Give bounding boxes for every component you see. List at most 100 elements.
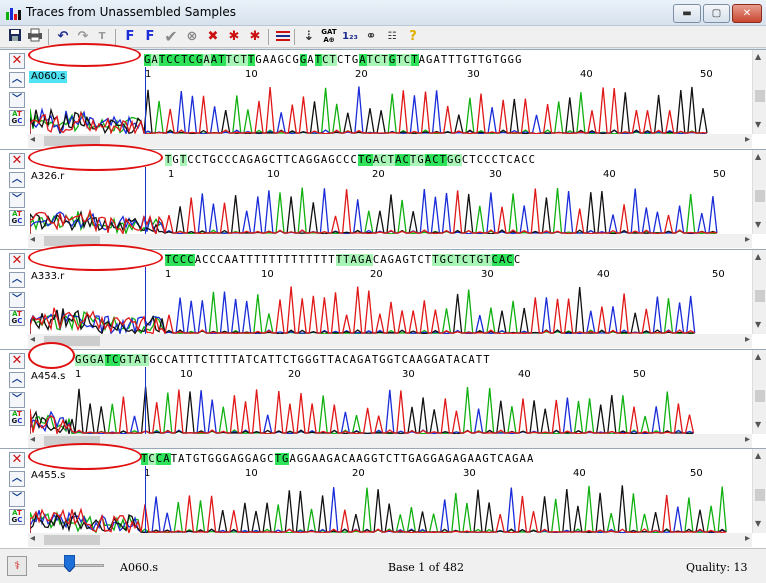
base-call[interactable]: T bbox=[484, 254, 492, 266]
scroll-right-icon[interactable]: ▸ bbox=[745, 434, 750, 445]
base-call[interactable]: C bbox=[148, 453, 156, 465]
base-call[interactable]: A bbox=[468, 453, 475, 465]
base-call[interactable]: T bbox=[200, 453, 207, 465]
base-call[interactable]: G bbox=[379, 354, 386, 366]
base-call[interactable]: G bbox=[119, 354, 127, 366]
trace-panel[interactable]: ✕ ︿ ﹀ AT GC GGGATCGTATGCCATTTCTTTTATCATTCTGGG… bbox=[0, 342, 766, 449]
gat-icon[interactable]: GAT A⊕ bbox=[320, 28, 338, 46]
base-call[interactable]: T bbox=[446, 354, 453, 366]
base-sequence[interactable]: GGGATCGTATGCCATTTCTTTTATCATTCTGGGTTACAGA… bbox=[75, 353, 752, 368]
base-call[interactable]: T bbox=[209, 354, 216, 366]
base-call[interactable]: T bbox=[171, 453, 178, 465]
base-call[interactable]: C bbox=[351, 154, 358, 166]
base-call[interactable]: C bbox=[417, 254, 424, 266]
base-call[interactable]: A bbox=[289, 453, 296, 465]
base-call[interactable]: G bbox=[364, 453, 371, 465]
base-call[interactable]: T bbox=[247, 254, 254, 266]
base-call[interactable]: A bbox=[134, 354, 142, 366]
base-call[interactable]: A bbox=[356, 453, 363, 465]
maximize-button[interactable]: ▢ bbox=[703, 4, 730, 23]
base-call[interactable]: C bbox=[402, 154, 410, 166]
base-call[interactable]: T bbox=[274, 453, 283, 465]
position-cursor[interactable] bbox=[145, 466, 146, 534]
base-call[interactable]: A bbox=[307, 54, 314, 66]
base-call[interactable]: T bbox=[186, 453, 193, 465]
trace-help-button[interactable]: ⚕ bbox=[7, 556, 27, 576]
base-call[interactable]: A bbox=[312, 453, 319, 465]
edit-previous-icon[interactable]: ✱ bbox=[225, 28, 243, 46]
base-sequence[interactable]: TCCCACCCAATTTTTTTTTTTTTTTAGACAGAGTCTTGCT… bbox=[165, 253, 752, 268]
previous-flag-icon[interactable]: F bbox=[121, 28, 139, 46]
base-call[interactable]: T bbox=[379, 453, 386, 465]
base-call[interactable]: C bbox=[343, 154, 350, 166]
base-call[interactable]: A bbox=[350, 254, 358, 266]
move-up-icon[interactable]: ︿ bbox=[9, 372, 25, 388]
base-call[interactable]: T bbox=[313, 254, 320, 266]
base-call[interactable]: T bbox=[291, 254, 298, 266]
vertical-scroll-thumb[interactable] bbox=[755, 390, 765, 402]
base-call[interactable]: A bbox=[395, 254, 402, 266]
base-call[interactable]: G bbox=[313, 354, 320, 366]
numbers-icon[interactable]: 1₂₃ bbox=[341, 28, 359, 46]
base-call[interactable]: T bbox=[366, 54, 375, 66]
base-call[interactable]: T bbox=[335, 254, 344, 266]
base-call[interactable]: C bbox=[342, 354, 349, 366]
base-call[interactable]: T bbox=[223, 354, 230, 366]
base-call[interactable]: T bbox=[343, 254, 351, 266]
base-call[interactable]: T bbox=[483, 354, 490, 366]
base-call[interactable]: G bbox=[371, 453, 378, 465]
base-call[interactable]: C bbox=[506, 254, 514, 266]
remove-trace-icon[interactable]: ✕ bbox=[9, 153, 25, 169]
horizontal-scrollbar[interactable]: ◂ ▸ bbox=[28, 434, 752, 448]
clear-icon[interactable]: ✖ bbox=[204, 28, 222, 46]
base-colors-icon[interactable]: AT GC bbox=[9, 110, 25, 126]
base-call[interactable]: C bbox=[497, 453, 504, 465]
scroll-down-icon[interactable]: ▼ bbox=[755, 420, 761, 429]
base-call[interactable]: G bbox=[417, 154, 425, 166]
base-call[interactable]: G bbox=[210, 154, 217, 166]
base-call[interactable]: G bbox=[261, 154, 268, 166]
base-call[interactable]: G bbox=[431, 354, 438, 366]
base-call[interactable]: G bbox=[82, 354, 90, 366]
base-call[interactable]: A bbox=[416, 354, 423, 366]
remove-trace-icon[interactable]: ✕ bbox=[9, 353, 25, 369]
base-call[interactable]: T bbox=[393, 453, 400, 465]
position-cursor[interactable] bbox=[145, 167, 146, 235]
remove-trace-icon[interactable]: ✕ bbox=[9, 53, 25, 69]
save-icon[interactable] bbox=[6, 28, 24, 46]
base-call[interactable]: T bbox=[469, 254, 477, 266]
base-call[interactable]: C bbox=[210, 254, 217, 266]
scroll-up-icon[interactable]: ▲ bbox=[755, 252, 761, 261]
base-call[interactable]: G bbox=[215, 453, 222, 465]
base-call[interactable]: T bbox=[290, 354, 297, 366]
base-call[interactable]: A bbox=[178, 453, 185, 465]
scroll-down-icon[interactable]: ▼ bbox=[755, 320, 761, 329]
base-call[interactable]: C bbox=[336, 154, 343, 166]
base-call[interactable]: T bbox=[314, 54, 323, 66]
base-call[interactable]: G bbox=[237, 453, 244, 465]
edit-next-icon[interactable]: ✱ bbox=[246, 28, 264, 46]
base-call[interactable]: G bbox=[439, 254, 448, 266]
base-call[interactable]: T bbox=[202, 154, 209, 166]
base-call[interactable]: A bbox=[203, 54, 211, 66]
base-call[interactable]: A bbox=[350, 354, 357, 366]
next-flag-icon[interactable]: F bbox=[141, 28, 159, 46]
vertical-scroll-thumb[interactable] bbox=[755, 489, 765, 501]
properties-icon[interactable]: ☷ bbox=[383, 28, 401, 46]
base-call[interactable]: C bbox=[514, 254, 521, 266]
position-cursor[interactable] bbox=[145, 367, 146, 435]
base-call[interactable]: G bbox=[515, 54, 522, 66]
base-sequence[interactable]: GATCCTCGAATTCTTGAAGCGGATCTCTGATCTGTCTAGA… bbox=[144, 53, 752, 68]
base-call[interactable]: C bbox=[253, 354, 260, 366]
base-call[interactable]: G bbox=[485, 54, 492, 66]
base-call[interactable]: A bbox=[419, 54, 426, 66]
base-call[interactable]: A bbox=[380, 254, 387, 266]
base-call[interactable]: A bbox=[238, 354, 245, 366]
base-call[interactable]: C bbox=[202, 254, 209, 266]
base-call[interactable]: C bbox=[492, 154, 499, 166]
base-call[interactable]: G bbox=[408, 453, 415, 465]
base-call[interactable]: A bbox=[365, 254, 373, 266]
base-call[interactable]: T bbox=[387, 154, 396, 166]
move-down-icon[interactable]: ﹀ bbox=[9, 491, 25, 507]
base-call[interactable]: T bbox=[261, 254, 268, 266]
